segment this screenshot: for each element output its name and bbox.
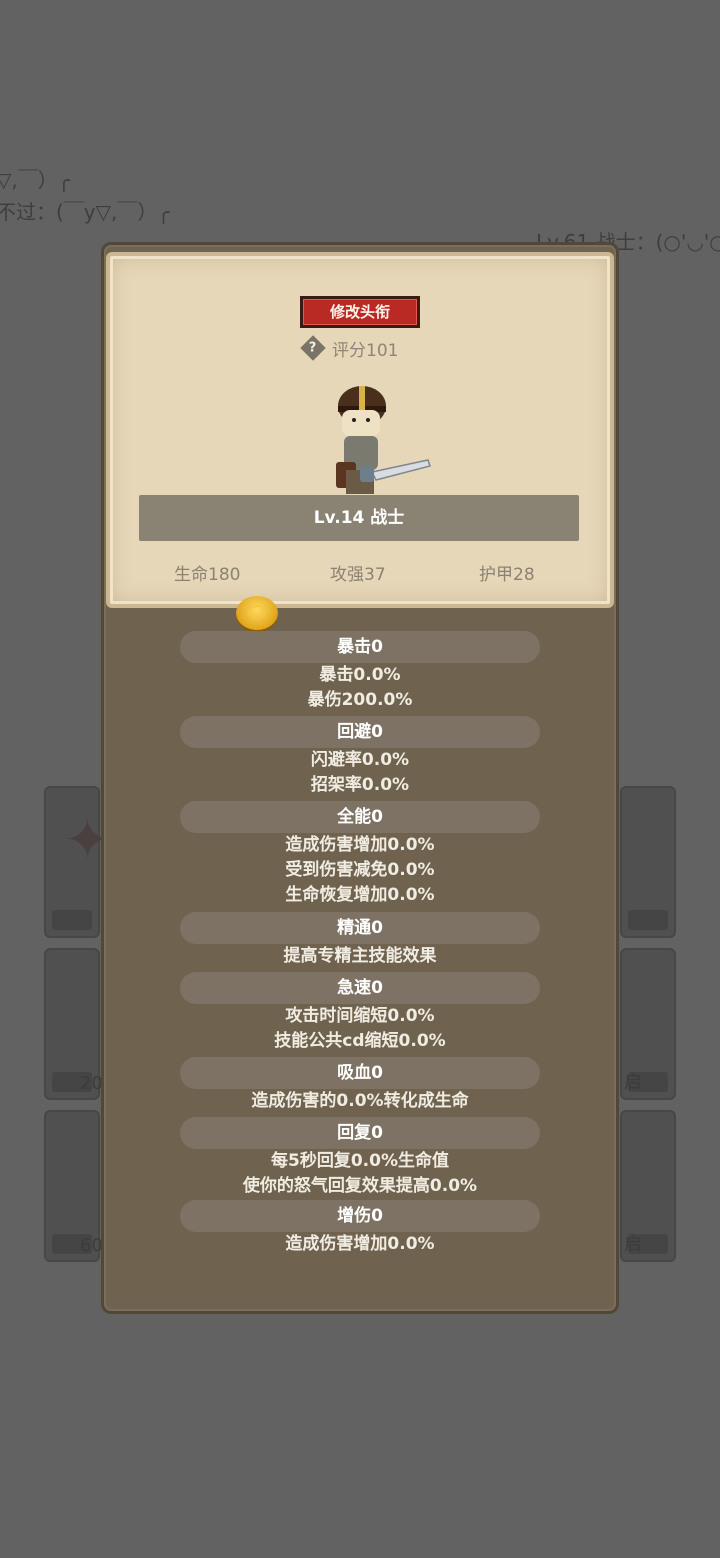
attr-line: 暴击0.0% [319,665,401,685]
edit-title-button[interactable]: 修改头衔 [300,296,420,328]
gold-coin-icon [236,596,278,630]
attr-line: 造成伤害增加0.0% [285,835,435,855]
bg-chat-line: ▽,￣）╭ [0,168,70,192]
attr-line: 受到伤害减免0.0% [285,860,435,880]
slot-caption: 启 [624,1234,642,1255]
level-class-banner: Lv.14 战士 [139,495,579,541]
stat-hp: 生命180 [174,565,241,585]
slot-bar [628,910,668,930]
attr-line: 攻击时间缩短0.0% [285,1006,435,1026]
score-text: 评分101 [332,340,399,361]
stat-attack: 攻强37 [330,565,386,585]
attr-header-crit: 暴击0 [180,631,540,663]
attr-line: 生命恢复增加0.0% [285,885,435,905]
bg-equip-slot: 启 [620,1110,676,1262]
attr-line: 每5秒回复0.0%生命值 [271,1151,449,1171]
help-icon[interactable]: ? [300,335,326,361]
attr-header-versatility: 全能0 [180,801,540,833]
score-row: ? 评分101 [300,335,399,361]
slot-caption: 启 [624,1072,642,1093]
bg-equip-slot [620,786,676,938]
attr-line: 提高专精主技能效果 [283,946,437,966]
warrior-avatar [336,386,431,494]
attr-header-dodge: 回避0 [180,716,540,748]
bg-equip-slot: 20 [44,948,103,1100]
bg-equip-slot: 60 [44,1110,103,1262]
attr-header-mastery: 精通0 [180,912,540,944]
attr-line: 造成伤害增加0.0% [285,1234,435,1254]
bg-equip-slot: 启 [620,948,676,1100]
attr-line: 闪避率0.0% [310,750,410,770]
attr-line: 招架率0.0% [310,775,410,795]
bg-chat-line: 不过：(￣y▽,￣）╭ [0,200,170,224]
attr-header-lifesteal: 吸血0 [180,1057,540,1089]
bg-equip-slot: ✦ [44,786,111,938]
attr-header-haste: 急速0 [180,972,540,1004]
slot-caption: 20 [80,1073,103,1094]
attr-line: 暴伤200.0% [307,690,413,710]
attr-line: 技能公共cd缩短0.0% [274,1031,446,1051]
stat-armor: 护甲28 [479,565,535,585]
attr-line: 使你的怒气回复效果提高0.0% [242,1176,478,1196]
attr-line: 造成伤害的0.0%转化成生命 [251,1091,469,1111]
attr-header-regen: 回复0 [180,1117,540,1149]
attr-header-damage: 增伤0 [180,1200,540,1232]
slot-bar [52,910,92,930]
slot-caption: 60 [80,1235,103,1256]
